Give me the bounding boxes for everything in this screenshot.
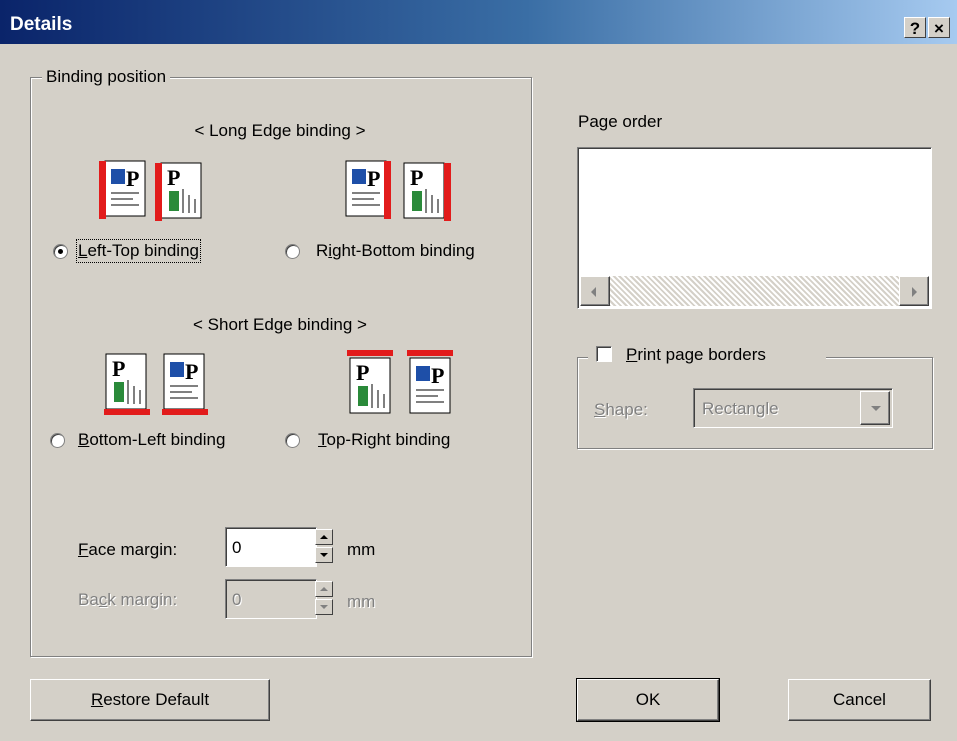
- print-borders-checkbox[interactable]: [596, 346, 612, 362]
- back-margin-unit: mm: [347, 592, 376, 611]
- top-right-binding-radio[interactable]: [285, 433, 300, 448]
- arrow-down-icon: [320, 605, 328, 609]
- svg-text:P: P: [185, 359, 198, 384]
- right-bottom-binding-radio[interactable]: [285, 244, 300, 259]
- left-top-binding-label[interactable]: Left-Top binding: [76, 239, 201, 263]
- shape-select[interactable]: Rectangle: [693, 388, 893, 428]
- short-edge-heading: < Short Edge binding >: [193, 315, 367, 334]
- arrow-right-icon: [912, 287, 917, 297]
- svg-text:P: P: [112, 356, 125, 381]
- bottom-left-binding-icon: P P: [104, 353, 208, 415]
- arrow-up-icon: [320, 587, 328, 591]
- shape-label: Shape:: [594, 400, 648, 419]
- bottom-left-binding-label[interactable]: Bottom-Left binding: [78, 430, 225, 450]
- spin-up-button[interactable]: [315, 529, 333, 545]
- title-bar: Details ? ×: [0, 0, 957, 44]
- svg-text:P: P: [410, 165, 423, 190]
- top-right-binding-icon: P P: [347, 350, 453, 414]
- right-bottom-binding-icon: P P: [345, 160, 451, 221]
- restore-default-button[interactable]: Restore Default: [30, 679, 270, 721]
- print-borders-label[interactable]: Print page borders: [626, 345, 766, 365]
- arrow-down-icon: [320, 553, 328, 557]
- scroll-left-button[interactable]: [580, 276, 610, 306]
- face-margin-input[interactable]: 0: [225, 527, 317, 567]
- svg-text:P: P: [367, 166, 380, 191]
- spin-down-button[interactable]: [315, 599, 333, 615]
- long-edge-heading: < Long Edge binding >: [194, 121, 366, 140]
- face-margin-spinner[interactable]: [315, 529, 333, 565]
- back-margin-label: Back margin:: [78, 590, 178, 609]
- bottom-left-binding-radio[interactable]: [50, 433, 65, 448]
- top-right-binding-label[interactable]: Top-Right binding: [318, 430, 450, 450]
- svg-text:P: P: [431, 363, 444, 388]
- arrow-left-icon: [591, 287, 596, 297]
- dropdown-button[interactable]: [860, 391, 890, 425]
- svg-text:P: P: [356, 360, 369, 385]
- cancel-button[interactable]: Cancel: [788, 679, 931, 721]
- ok-button[interactable]: OK: [576, 678, 720, 722]
- arrow-up-icon: [320, 535, 328, 539]
- chevron-down-icon: [871, 406, 881, 411]
- svg-text:P: P: [126, 166, 139, 191]
- spin-up-button[interactable]: [315, 581, 333, 597]
- horizontal-scrollbar[interactable]: [580, 276, 929, 306]
- scroll-right-button[interactable]: [899, 276, 929, 306]
- left-top-binding-icon: P P: [99, 160, 202, 221]
- page-order-label: Page order: [578, 112, 663, 131]
- face-margin-unit: mm: [347, 540, 376, 559]
- help-button[interactable]: ?: [904, 17, 926, 38]
- spin-down-button[interactable]: [315, 547, 333, 563]
- page-order-preview[interactable]: [577, 147, 932, 309]
- close-button[interactable]: ×: [928, 17, 950, 38]
- back-margin-spinner[interactable]: [315, 581, 333, 617]
- back-margin-input[interactable]: 0: [225, 579, 317, 619]
- svg-text:P: P: [167, 165, 180, 190]
- binding-position-label: Binding position: [42, 67, 171, 87]
- window-title: Details: [10, 14, 73, 35]
- face-margin-label: Face margin:: [78, 540, 178, 559]
- left-top-binding-radio[interactable]: [53, 244, 68, 259]
- right-bottom-binding-label[interactable]: Right-Bottom binding: [316, 241, 475, 261]
